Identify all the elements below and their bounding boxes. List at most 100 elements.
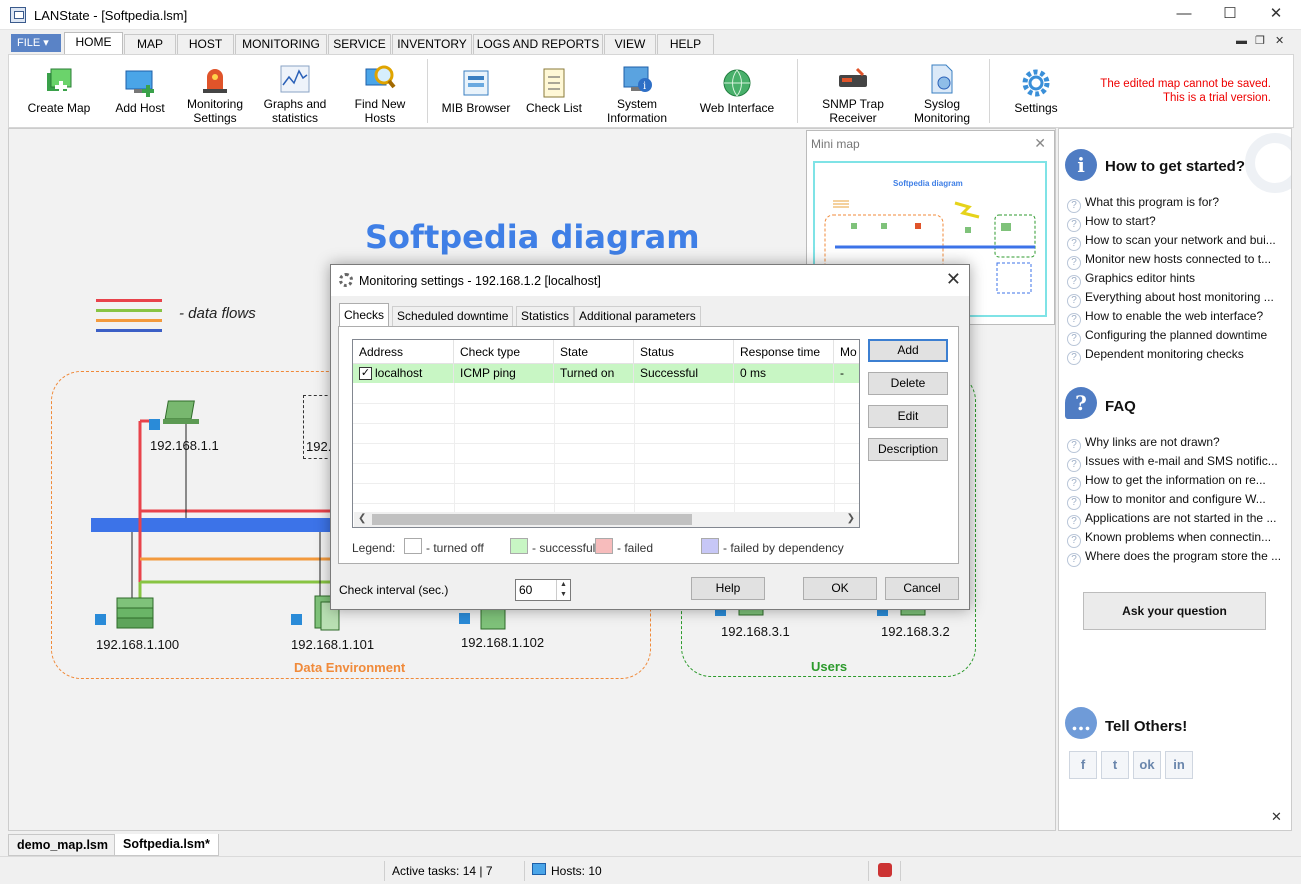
linkedin-icon[interactable]: in bbox=[1165, 751, 1193, 779]
mib-browser-icon bbox=[460, 67, 492, 99]
laptop-icon[interactable] bbox=[149, 397, 205, 433]
create-map-button[interactable]: Create Map bbox=[23, 67, 95, 115]
column-header-address[interactable]: Address bbox=[353, 340, 454, 364]
dialog-title: Monitoring settings - 192.168.1.2 [local… bbox=[359, 274, 601, 288]
checks-table[interactable]: Address Check type State Status Response… bbox=[352, 339, 860, 528]
tab-home[interactable]: HOME bbox=[64, 32, 123, 55]
syslog-monitoring-button[interactable]: Syslog Monitoring bbox=[905, 63, 979, 125]
tab-scheduled-downtime[interactable]: Scheduled downtime bbox=[392, 306, 514, 326]
edit-check-button[interactable]: Edit bbox=[868, 405, 948, 428]
find-new-hosts-label1: Find New bbox=[354, 97, 406, 111]
system-information-button[interactable]: i System Information bbox=[597, 63, 677, 125]
spinner-arrows-icon[interactable]: ▲ ▼ bbox=[556, 580, 570, 600]
help-link[interactable]: ? Monitor new hosts connected to t... bbox=[1067, 252, 1289, 270]
tab-additional-parameters[interactable]: Additional parameters bbox=[574, 306, 701, 326]
alarm-icon[interactable] bbox=[878, 863, 892, 877]
find-new-hosts-button[interactable]: Find New Hosts bbox=[345, 63, 415, 125]
snmp-trap-label1: SNMP Trap bbox=[822, 97, 884, 111]
get-started-heading: How to get started? bbox=[1105, 158, 1246, 175]
help-link[interactable]: ? What this program is for? bbox=[1067, 195, 1289, 213]
help-link[interactable]: ? How to enable the web interface? bbox=[1067, 309, 1289, 327]
faq-link[interactable]: ? How to get the information on re... bbox=[1067, 473, 1289, 491]
scroll-thumb[interactable] bbox=[372, 514, 692, 525]
check-interval-value[interactable]: 60 bbox=[519, 583, 532, 597]
faq-link[interactable]: ? How to monitor and configure W... bbox=[1067, 492, 1289, 510]
check-list-button[interactable]: Check List bbox=[521, 67, 587, 115]
dialog-close-icon[interactable]: ✕ bbox=[946, 269, 961, 290]
tab-view[interactable]: VIEW bbox=[604, 34, 656, 54]
check-interval-spinner[interactable]: 60 ▲ ▼ bbox=[515, 579, 571, 601]
tab-host[interactable]: HOST bbox=[177, 34, 234, 54]
doc-tab-demo-map[interactable]: demo_map.lsm bbox=[8, 834, 118, 856]
mdi-close-icon[interactable]: ✕ bbox=[1275, 34, 1284, 47]
host-label: 192. bbox=[306, 439, 332, 454]
description-button[interactable]: Description bbox=[868, 438, 948, 461]
legend-label: Legend: bbox=[352, 541, 396, 555]
column-header-mo[interactable]: Mo bbox=[834, 340, 859, 364]
faq-link[interactable]: ? Where does the program store the ... bbox=[1067, 549, 1289, 567]
twitter-icon[interactable]: t bbox=[1101, 751, 1129, 779]
faq-link[interactable]: ? Issues with e-mail and SMS notific... bbox=[1067, 454, 1289, 472]
settings-button[interactable]: Settings bbox=[1003, 67, 1069, 115]
web-interface-button[interactable]: Web Interface bbox=[695, 67, 779, 115]
mdi-minimize-icon[interactable]: ▬ bbox=[1236, 35, 1247, 47]
faq-link[interactable]: ? Known problems when connectin... bbox=[1067, 530, 1289, 548]
graphs-statistics-button[interactable]: Graphs and statistics bbox=[259, 63, 331, 125]
tab-map[interactable]: MAP bbox=[124, 34, 176, 54]
tab-inventory[interactable]: INVENTORY bbox=[392, 34, 472, 54]
doc-tab-softpedia[interactable]: Softpedia.lsm* bbox=[114, 834, 219, 856]
help-link[interactable]: ? How to scan your network and bui... bbox=[1067, 233, 1289, 251]
close-icon[interactable]: ✕ bbox=[1253, 0, 1299, 30]
status-separator bbox=[384, 861, 385, 881]
column-header-check-type[interactable]: Check type bbox=[454, 340, 554, 364]
snmp-trap-receiver-button[interactable]: SNMP Trap Receiver bbox=[815, 63, 891, 125]
file-menu-button[interactable]: FILE ▾ bbox=[11, 34, 61, 52]
host-label: 192.168.1.100 bbox=[96, 637, 180, 652]
tab-monitoring[interactable]: MONITORING bbox=[235, 34, 327, 54]
legend-swatch-successful bbox=[510, 538, 528, 554]
help-link[interactable]: ? Graphics editor hints bbox=[1067, 271, 1289, 289]
panel-close-icon[interactable]: ✕ bbox=[1271, 809, 1282, 825]
faq-link[interactable]: ? Applications are not started in the ... bbox=[1067, 511, 1289, 529]
database-icon[interactable] bbox=[459, 607, 519, 635]
question-icon: ? bbox=[1067, 218, 1081, 232]
horizontal-scrollbar[interactable]: ❮ ❯ bbox=[354, 512, 859, 527]
cancel-button[interactable]: Cancel bbox=[885, 577, 959, 600]
column-header-response-time[interactable]: Response time bbox=[734, 340, 834, 364]
faq-link[interactable]: ? Why links are not drawn? bbox=[1067, 435, 1289, 453]
help-link[interactable]: ? Dependent monitoring checks bbox=[1067, 347, 1289, 365]
help-button[interactable]: Help bbox=[691, 577, 765, 600]
app-icon bbox=[10, 7, 26, 23]
facebook-icon[interactable]: f bbox=[1069, 751, 1097, 779]
graph-icon bbox=[279, 63, 311, 95]
scroll-left-icon[interactable]: ❮ bbox=[358, 513, 366, 524]
hosts-count-status: Hosts: 10 bbox=[551, 864, 602, 878]
mini-map-close-icon[interactable]: ✕ bbox=[1034, 135, 1046, 152]
mdi-restore-icon[interactable]: ❐ bbox=[1255, 34, 1265, 47]
help-link[interactable]: ? Everything about host monitoring ... bbox=[1067, 290, 1289, 308]
help-link[interactable]: ? How to start? bbox=[1067, 214, 1289, 232]
add-host-button[interactable]: Add Host bbox=[105, 67, 175, 115]
server-rack-icon[interactable] bbox=[95, 594, 159, 634]
scroll-right-icon[interactable]: ❯ bbox=[847, 513, 855, 524]
column-header-state[interactable]: State bbox=[554, 340, 634, 364]
add-check-button[interactable]: Add bbox=[868, 339, 948, 362]
help-link[interactable]: ? Configuring the planned downtime bbox=[1067, 328, 1289, 346]
odnoklassniki-icon[interactable]: ok bbox=[1133, 751, 1161, 779]
tab-service[interactable]: SERVICE bbox=[328, 34, 391, 54]
legend-off-label: - turned off bbox=[426, 541, 484, 555]
tab-logs-and-reports[interactable]: LOGS AND REPORTS bbox=[473, 34, 603, 54]
tab-checks[interactable]: Checks bbox=[339, 303, 390, 327]
monitoring-settings-button[interactable]: Monitoring Settings bbox=[179, 63, 251, 125]
syslog-label1: Syslog bbox=[923, 97, 961, 111]
column-header-status[interactable]: Status bbox=[634, 340, 734, 364]
cell-mo: - bbox=[840, 366, 844, 380]
delete-check-button[interactable]: Delete bbox=[868, 372, 948, 395]
mib-browser-button[interactable]: MIB Browser bbox=[439, 67, 513, 115]
tab-statistics[interactable]: Statistics bbox=[516, 306, 575, 326]
ask-question-button[interactable]: Ask your question bbox=[1083, 592, 1266, 630]
maximize-icon[interactable]: ☐ bbox=[1207, 0, 1253, 30]
tab-help[interactable]: HELP bbox=[657, 34, 714, 54]
ok-button[interactable]: OK bbox=[803, 577, 877, 600]
minimize-icon[interactable]: — bbox=[1161, 0, 1207, 30]
